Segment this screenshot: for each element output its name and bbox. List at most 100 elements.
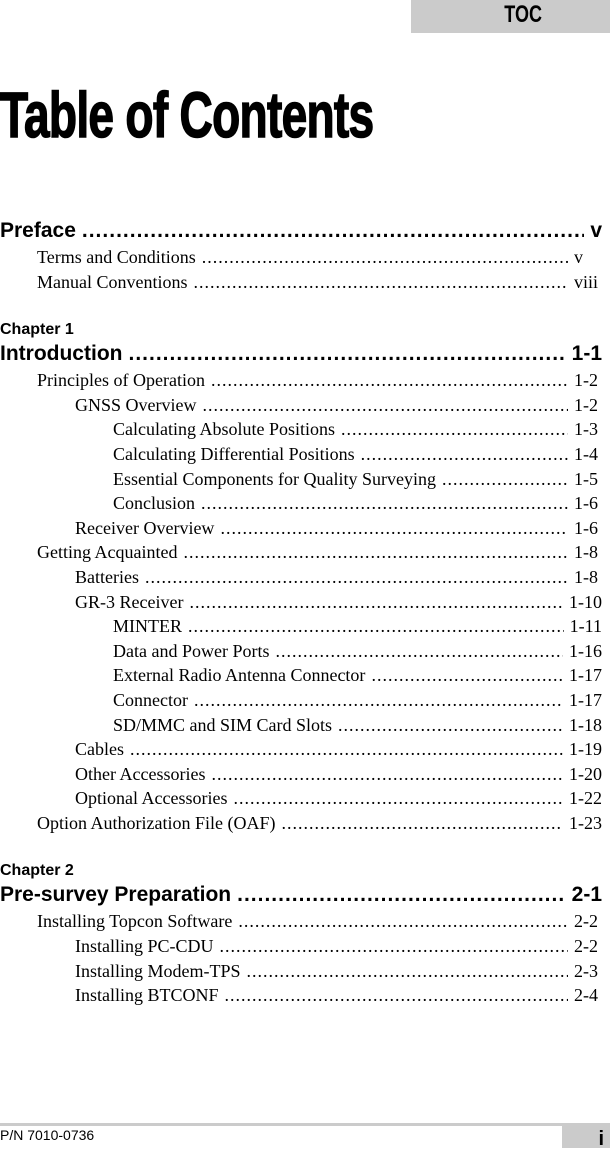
toc-entry[interactable]: Cables 1-19 bbox=[0, 737, 602, 762]
toc-entry[interactable]: Installing PC-CDU 2-2 bbox=[0, 934, 602, 959]
entry-label: Calculating Absolute Positions bbox=[113, 419, 336, 440]
dot-leader bbox=[247, 959, 569, 984]
entry-page: 1-6 bbox=[574, 493, 598, 514]
dot-leader bbox=[220, 516, 568, 541]
dot-leader bbox=[145, 565, 568, 590]
toc-entry[interactable]: Other Accessories 1-20 bbox=[0, 762, 602, 787]
entry-page: v bbox=[590, 219, 602, 242]
entry-label: Cables bbox=[75, 739, 124, 760]
entry-page: 1-3 bbox=[574, 419, 598, 440]
toc-entry[interactable]: Calculating Differential Positions 1-4 bbox=[0, 442, 602, 467]
page-title: Table of Contents bbox=[0, 79, 375, 151]
entry-label: MINTER bbox=[113, 616, 182, 637]
toc-entry[interactable]: SD/MMC and SIM Card Slots 1-18 bbox=[0, 713, 602, 738]
entry-page: 1-4 bbox=[574, 443, 598, 464]
dot-leader bbox=[82, 217, 584, 245]
entry-page: 2-1 bbox=[571, 883, 602, 907]
toc-entry[interactable]: GNSS Overview 1-2 bbox=[0, 393, 602, 418]
entry-label: Essential Components for Quality Surveyi… bbox=[113, 468, 436, 489]
toc-entry[interactable]: Essential Components for Quality Surveyi… bbox=[0, 467, 602, 492]
dot-leader bbox=[361, 442, 568, 467]
toc-entry[interactable]: Terms and Conditions v bbox=[0, 245, 602, 270]
entry-page: 1-18 bbox=[569, 714, 602, 735]
entry-page: 2-3 bbox=[574, 960, 598, 981]
page-number-box: i bbox=[562, 1123, 610, 1150]
dot-leader bbox=[238, 909, 568, 934]
entry-page: 1-6 bbox=[574, 517, 598, 538]
dot-leader bbox=[211, 762, 563, 787]
entry-label: SD/MMC and SIM Card Slots bbox=[113, 714, 333, 735]
entry-label: External Radio Antenna Connector bbox=[113, 665, 366, 686]
toc-entry[interactable]: Getting Acquainted 1-8 bbox=[0, 540, 602, 565]
entry-label: Principles of Operation bbox=[37, 370, 205, 391]
toc-entry[interactable]: Option Authorization File (OAF) 1-23 bbox=[0, 811, 602, 836]
dot-leader bbox=[201, 491, 568, 516]
entry-page: 1-1 bbox=[571, 342, 602, 366]
entry-label: GNSS Overview bbox=[75, 394, 197, 415]
dot-leader bbox=[188, 614, 564, 639]
page-number: i bbox=[598, 1128, 604, 1150]
dot-leader bbox=[211, 368, 568, 393]
toc-entry[interactable]: Batteries 1-8 bbox=[0, 565, 602, 590]
toc-entry[interactable]: Optional Accessories 1-22 bbox=[0, 786, 602, 811]
entry-label: Terms and Conditions bbox=[37, 247, 196, 267]
dot-leader bbox=[130, 737, 563, 762]
entry-page: 1-22 bbox=[569, 788, 602, 809]
dot-leader bbox=[203, 393, 569, 418]
entry-page: 1-17 bbox=[569, 665, 602, 686]
entry-page: 1-10 bbox=[569, 591, 602, 612]
toc-entry[interactable]: Principles of Operation 1-2 bbox=[0, 368, 602, 393]
section-tab: TOC bbox=[411, 0, 610, 33]
toc-chapter-heading[interactable]: Introduction 1-1 bbox=[0, 340, 602, 368]
toc-entry[interactable]: Connector 1-17 bbox=[0, 688, 602, 713]
entry-page: 1-19 bbox=[569, 739, 602, 760]
entry-page: 1-20 bbox=[569, 763, 602, 784]
entry-page: 1-2 bbox=[574, 370, 598, 391]
dot-leader bbox=[341, 417, 568, 442]
toc-chapter-heading[interactable]: Pre-survey Preparation 2-1 bbox=[0, 881, 602, 909]
entry-page: 1-2 bbox=[574, 394, 598, 415]
entry-page: viii bbox=[574, 271, 599, 292]
toc-entry[interactable]: MINTER 1-11 bbox=[0, 614, 602, 639]
toc-entry[interactable]: External Radio Antenna Connector 1-17 bbox=[0, 663, 602, 688]
entry-page: 1-8 bbox=[574, 542, 598, 563]
part-number: P/N 7010-0736 bbox=[0, 1127, 95, 1143]
entry-page: 1-17 bbox=[569, 689, 602, 710]
dot-leader bbox=[281, 811, 563, 836]
dot-leader bbox=[220, 934, 568, 959]
toc-entry[interactable]: Installing Modem-TPS 2-3 bbox=[0, 959, 602, 984]
dot-leader bbox=[183, 540, 568, 565]
toc-entry[interactable]: Data and Power Ports 1-16 bbox=[0, 639, 602, 664]
entry-label: Connector bbox=[113, 689, 188, 710]
dot-leader bbox=[189, 590, 563, 615]
table-of-contents: Preface v Terms and Conditions v Manual Conv… bbox=[0, 217, 602, 1008]
entry-page: 2-2 bbox=[574, 911, 598, 932]
toc-entry[interactable]: Installing BTCONF 2-4 bbox=[0, 983, 602, 1008]
chapter-label: Chapter 2 bbox=[0, 862, 74, 880]
toc-entry[interactable]: Receiver Overview 1-6 bbox=[0, 516, 602, 541]
entry-label: Introduction bbox=[0, 342, 123, 366]
entry-page: 1-8 bbox=[574, 566, 598, 587]
dot-leader bbox=[128, 340, 565, 368]
dot-leader bbox=[237, 881, 566, 909]
entry-label: Pre-survey Preparation bbox=[0, 883, 232, 907]
entry-label: GR-3 Receiver bbox=[75, 591, 184, 612]
entry-page: 1-23 bbox=[569, 812, 602, 833]
entry-page: 2-4 bbox=[574, 985, 598, 1006]
entry-label: Optional Accessories bbox=[75, 788, 228, 809]
dot-leader bbox=[194, 270, 569, 295]
entry-label: Installing BTCONF bbox=[75, 985, 219, 1006]
toc-entry[interactable]: GR-3 Receiver 1-10 bbox=[0, 590, 602, 615]
toc-entry[interactable]: Installing Topcon Software 2-2 bbox=[0, 909, 602, 934]
toc-chapter-heading[interactable]: Preface v bbox=[0, 217, 602, 245]
toc-entry[interactable]: Manual Conventions viii bbox=[0, 270, 602, 295]
entry-label: Getting Acquainted bbox=[37, 542, 178, 563]
dot-leader bbox=[338, 713, 563, 738]
toc-entry[interactable]: Calculating Absolute Positions 1-3 bbox=[0, 417, 602, 442]
entry-label: Calculating Differential Positions bbox=[113, 443, 355, 464]
entry-label: Installing Modem-TPS bbox=[75, 960, 241, 981]
entry-label: Installing Topcon Software bbox=[37, 911, 233, 932]
entry-page: 1-11 bbox=[569, 616, 602, 637]
entry-page: 2-2 bbox=[574, 936, 598, 957]
toc-entry[interactable]: Conclusion 1-6 bbox=[0, 491, 602, 516]
